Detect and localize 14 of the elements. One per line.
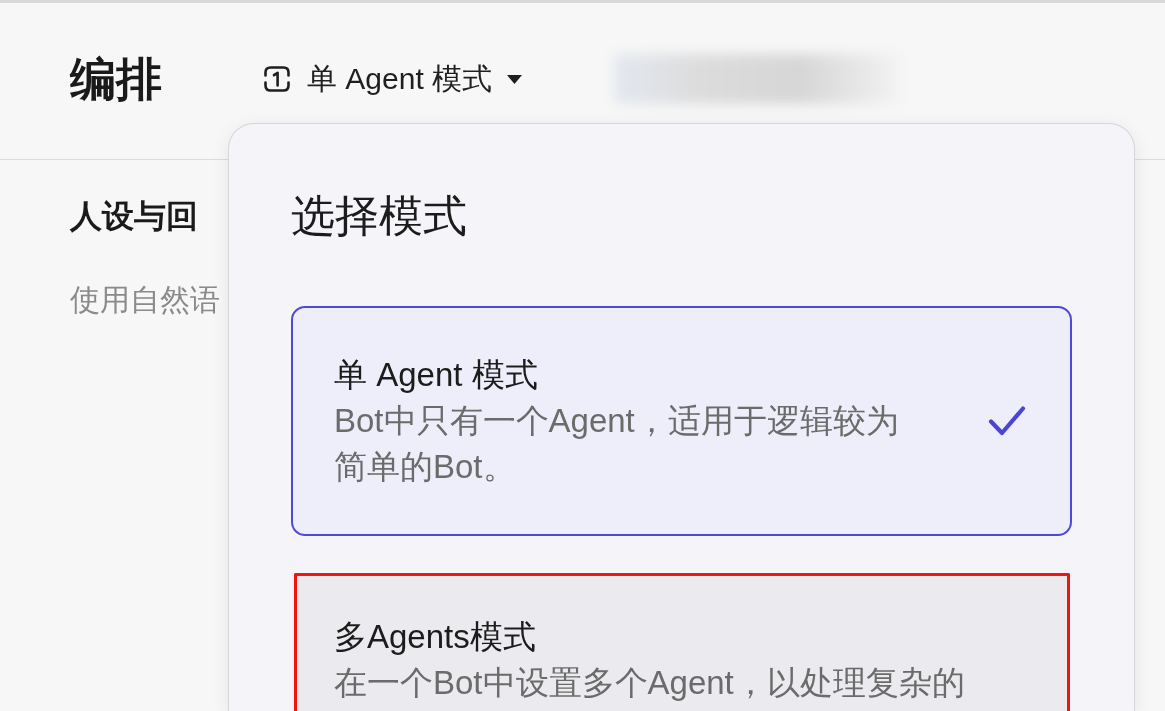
number-one-icon [262,64,292,94]
mode-option[interactable]: 单 Agent 模式 Bot中只有一个Agent，适用于逻辑较为简单的Bot。 [291,306,1072,536]
check-icon [988,405,1026,437]
option-description: Bot中只有一个Agent，适用于逻辑较为简单的Bot。 [334,401,900,487]
option-title: 单 Agent 模式 [334,355,539,395]
caret-icon [507,74,523,84]
popup-title: 选择模式 [291,190,467,242]
hint-text: 使用自然语 [70,282,220,318]
section-title: 人设与回 [70,197,198,236]
page-title: 编排 [70,53,162,105]
mode-option[interactable]: 多Agents模式 在一个Bot中设置多个Agent，以处理复杂的 [294,573,1070,711]
option-description: 在一个Bot中设置多个Agent，以处理复杂的 [334,663,966,703]
mode-dropdown[interactable]: 单 Agent 模式 [262,54,523,104]
option-title: 多Agents模式 [334,617,537,657]
